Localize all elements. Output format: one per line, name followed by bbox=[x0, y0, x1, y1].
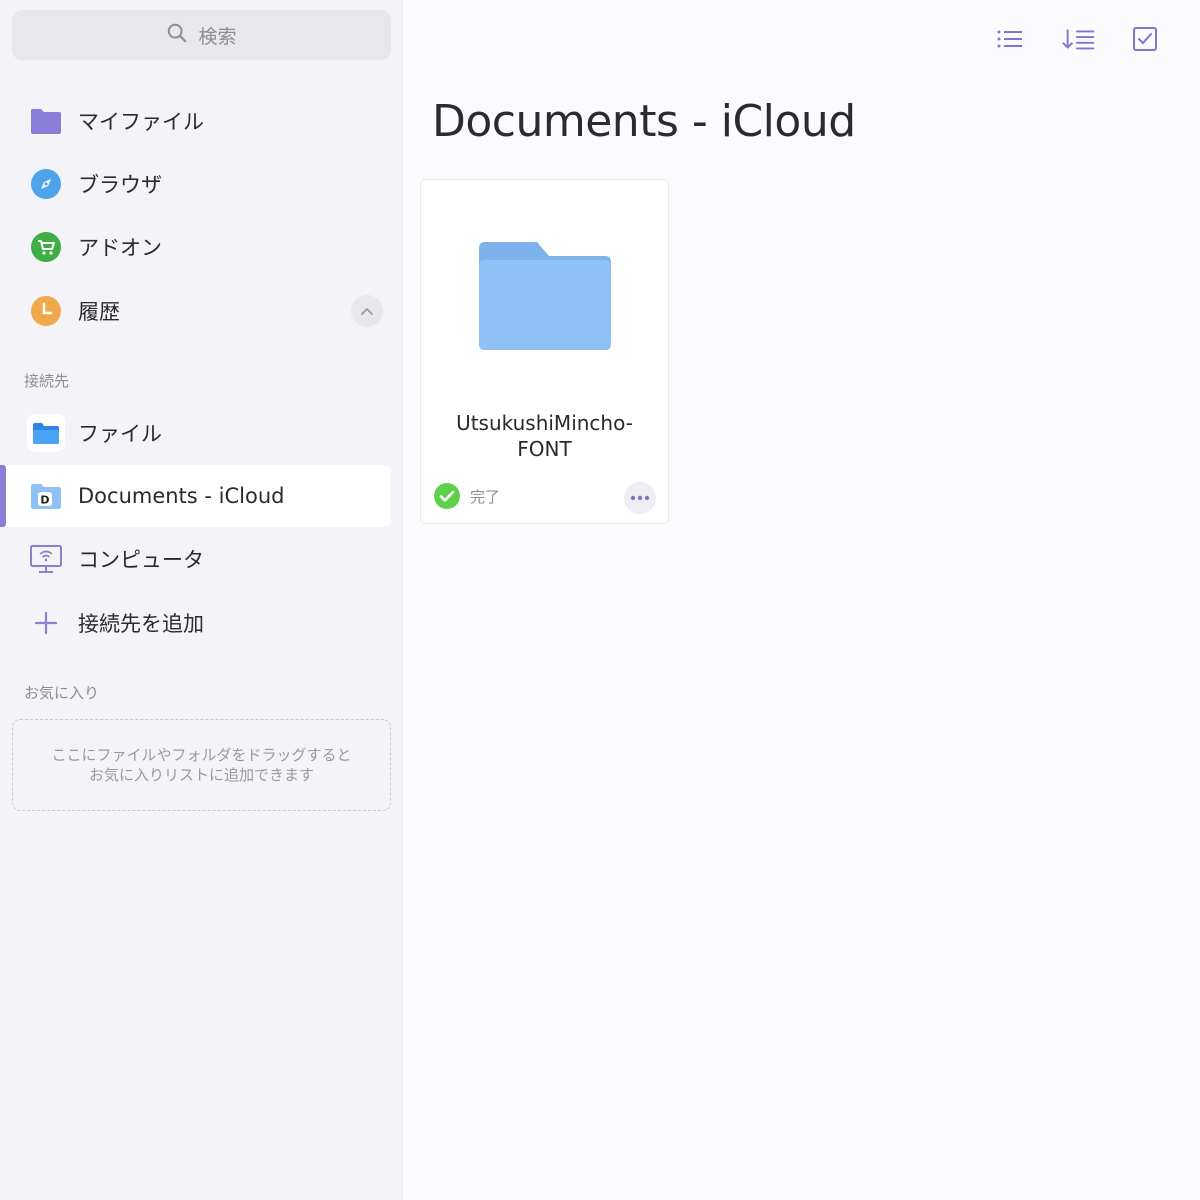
sidebar-item-files[interactable]: ファイル bbox=[0, 402, 391, 464]
cart-icon bbox=[27, 228, 65, 266]
search-icon bbox=[166, 22, 188, 49]
sidebar-item-my-files[interactable]: マイファイル bbox=[0, 90, 391, 152]
sidebar-item-label: Documents - iCloud bbox=[78, 484, 285, 508]
select-button[interactable] bbox=[1128, 22, 1162, 56]
sidebar-item-label: 接続先を追加 bbox=[78, 612, 204, 636]
check-circle-icon bbox=[434, 483, 460, 509]
sidebar-item-label: アドオン bbox=[78, 236, 162, 260]
file-name-line1: UtsukushiMincho- bbox=[456, 411, 633, 435]
clock-icon bbox=[27, 292, 65, 330]
list-icon bbox=[997, 30, 1022, 48]
search-field[interactable]: 検索 bbox=[12, 10, 391, 60]
sidebar-item-label: ファイル bbox=[78, 422, 162, 446]
sort-button[interactable] bbox=[1062, 22, 1096, 56]
sidebar-item-label: コンピュータ bbox=[78, 548, 204, 572]
svg-text:D: D bbox=[40, 494, 49, 507]
checkbox-icon bbox=[1133, 27, 1157, 51]
favorites-drop-zone[interactable]: ここにファイルやフォルダをドラッグすると お気に入りリストに追加できます bbox=[12, 719, 391, 811]
ellipsis-icon bbox=[630, 495, 650, 501]
folder-icon bbox=[27, 102, 65, 140]
list-view-button[interactable] bbox=[993, 22, 1027, 56]
sidebar-item-history[interactable]: 履歴 bbox=[0, 280, 391, 342]
connections-header: 接続先 bbox=[24, 372, 70, 390]
folder-icon bbox=[479, 242, 611, 350]
sidebar-item-documents-icloud[interactable]: D Documents - iCloud bbox=[0, 465, 391, 527]
sidebar: 検索 マイファイル ブラウザ アドオン 履歴 接続先 ファイル D Docume… bbox=[0, 0, 403, 1200]
sidebar-item-label: 履歴 bbox=[78, 300, 120, 324]
search-placeholder: 検索 bbox=[198, 25, 237, 48]
plus-icon bbox=[27, 604, 65, 642]
chevron-up-icon bbox=[361, 307, 373, 315]
favorites-hint-line2: お気に入りリストに追加できます bbox=[88, 766, 314, 784]
file-name-line2: FONT bbox=[517, 437, 572, 461]
compass-icon bbox=[27, 165, 65, 203]
sidebar-item-add-connection[interactable]: 接続先を追加 bbox=[0, 592, 391, 654]
file-item[interactable]: UtsukushiMincho- FONT 完了 bbox=[420, 179, 669, 524]
page-title: Documents - iCloud bbox=[432, 96, 856, 147]
sidebar-item-computer[interactable]: コンピュータ bbox=[0, 528, 391, 590]
sort-icon bbox=[1062, 29, 1095, 50]
sync-status: 完了 bbox=[434, 483, 500, 509]
sidebar-item-browser[interactable]: ブラウザ bbox=[0, 153, 391, 215]
documents-folder-icon: D bbox=[27, 477, 65, 515]
sync-status-label: 完了 bbox=[470, 487, 501, 506]
files-app-icon bbox=[27, 414, 65, 452]
collapse-button[interactable] bbox=[351, 295, 383, 327]
sidebar-item-addons[interactable]: アドオン bbox=[0, 216, 391, 278]
favorites-hint-line1: ここにファイルやフォルダをドラッグすると bbox=[51, 746, 352, 764]
more-button[interactable] bbox=[624, 482, 656, 514]
favorites-header: お気に入り bbox=[24, 684, 100, 702]
file-name: UtsukushiMincho- FONT bbox=[421, 410, 668, 462]
sidebar-item-label: ブラウザ bbox=[78, 173, 162, 197]
sidebar-item-label: マイファイル bbox=[78, 110, 204, 134]
computer-icon bbox=[27, 540, 65, 578]
